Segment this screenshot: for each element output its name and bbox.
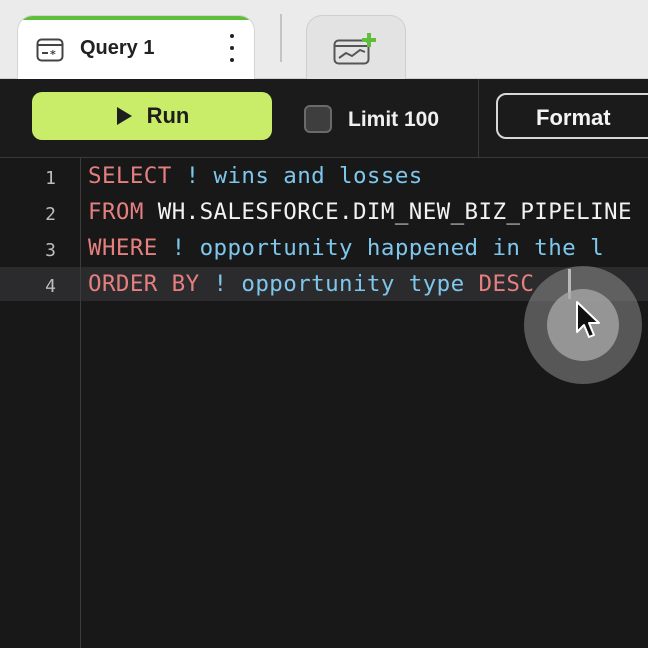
line-number: 1 [45, 168, 56, 189]
line-number: 2 [45, 204, 56, 225]
code-line[interactable]: ORDER BY ! opportunity type DESC [88, 271, 534, 297]
play-icon [116, 107, 132, 125]
format-label: Format [536, 105, 611, 130]
code-line[interactable]: SELECT ! wins and losses [88, 163, 423, 189]
editor-toolbar: Run Limit 100 Format [0, 79, 648, 158]
active-tab-accent [18, 16, 254, 20]
gutter-divider [80, 158, 81, 648]
sql-comment: ! wins and losses [171, 163, 423, 189]
sql-identifier: WH.SALESFORCE.DIM_NEW_BIZ_PIPELINE [143, 199, 632, 225]
sql-keyword: ORDER BY [88, 271, 200, 297]
sql-keyword: FROM [88, 199, 144, 225]
sql-editor[interactable]: 1 2 3 4 SELECT ! wins and losses FROM WH… [0, 158, 648, 648]
tab-title: Query 1 [80, 37, 155, 59]
query-tab-icon: * [36, 36, 64, 64]
line-number: 3 [45, 240, 56, 261]
code-line[interactable]: FROM WH.SALESFORCE.DIM_NEW_BIZ_PIPELINE [88, 199, 632, 225]
new-chart-tab-button[interactable] [306, 15, 406, 79]
run-label: Run [146, 103, 190, 128]
sql-keyword: DESC [478, 271, 535, 297]
line-number: 4 [45, 276, 56, 297]
add-chart-icon [333, 33, 376, 65]
mouse-pointer-icon [576, 301, 600, 338]
sql-comment: ! opportunity type [199, 271, 479, 297]
code-line[interactable]: WHERE ! opportunity happened in the l [88, 235, 604, 261]
svg-text:*: * [50, 48, 56, 61]
sql-keyword: SELECT [88, 163, 172, 189]
tab-query-1[interactable]: * Query 1 [17, 15, 255, 79]
toolbar-divider [478, 79, 479, 157]
sql-comment: ! opportunity happened in the l [157, 235, 605, 261]
run-button[interactable]: Run [32, 92, 272, 140]
tab-menu-icon[interactable] [222, 32, 242, 64]
limit-checkbox[interactable] [304, 105, 332, 133]
format-button[interactable]: Format [496, 93, 648, 139]
sql-keyword: WHERE [88, 235, 158, 261]
tab-divider [280, 14, 282, 62]
limit-label: Limit 100 [348, 108, 440, 131]
tab-bar: * Query 1 [0, 0, 648, 79]
